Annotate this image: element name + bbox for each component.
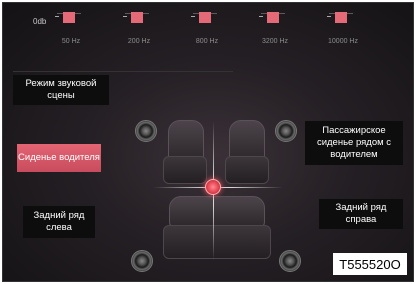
eq-slider-200hz[interactable] — [131, 12, 143, 23]
eq-slider-800hz[interactable] — [199, 12, 211, 23]
rear-bench-cushion — [163, 225, 271, 259]
eq-tick — [123, 16, 127, 17]
sound-field-screen: 0db 50 Hz 200 Hz 800 Hz 3200 Hz 10000 Hz… — [2, 2, 414, 282]
driver-seat-button[interactable]: Сиденье водителя — [17, 144, 101, 172]
eq-tick — [259, 16, 263, 17]
speaker-rear-right-icon — [279, 250, 301, 272]
eq-slider-10000hz[interactable] — [335, 12, 347, 23]
sound-mode-button[interactable]: Режим звуковой сцены — [13, 75, 109, 105]
eq-tick — [327, 16, 331, 17]
eq-tick — [191, 16, 195, 17]
eq-band-label: 200 Hz — [127, 38, 151, 45]
eq-band-label: 3200 Hz — [261, 38, 289, 45]
eq-slider-50hz[interactable] — [63, 12, 75, 23]
sound-focus-handle[interactable] — [205, 179, 221, 195]
eq-slider-3200hz[interactable] — [267, 12, 279, 23]
eq-level-label: 0db — [33, 17, 47, 26]
rear-bench-back — [169, 196, 265, 228]
rear-right-button[interactable]: Задний ряд справа — [319, 199, 403, 229]
speaker-front-right-icon — [275, 120, 297, 142]
divider — [13, 71, 233, 72]
figure-code: T555520O — [333, 253, 407, 275]
passenger-seat-button[interactable]: Пассажирское сиденье рядом с водителем — [305, 121, 403, 165]
eq-tick — [55, 16, 59, 17]
speaker-rear-left-icon — [131, 250, 153, 272]
eq-band-label: 50 Hz — [61, 38, 81, 45]
speaker-front-left-icon — [135, 120, 157, 142]
rear-left-button[interactable]: Задний ряд слева — [23, 206, 95, 238]
front-left-seat-cushion — [163, 156, 207, 184]
eq-band-label: 10000 Hz — [328, 38, 358, 45]
front-right-seat-cushion — [225, 156, 269, 184]
eq-band-label: 800 Hz — [195, 38, 219, 45]
